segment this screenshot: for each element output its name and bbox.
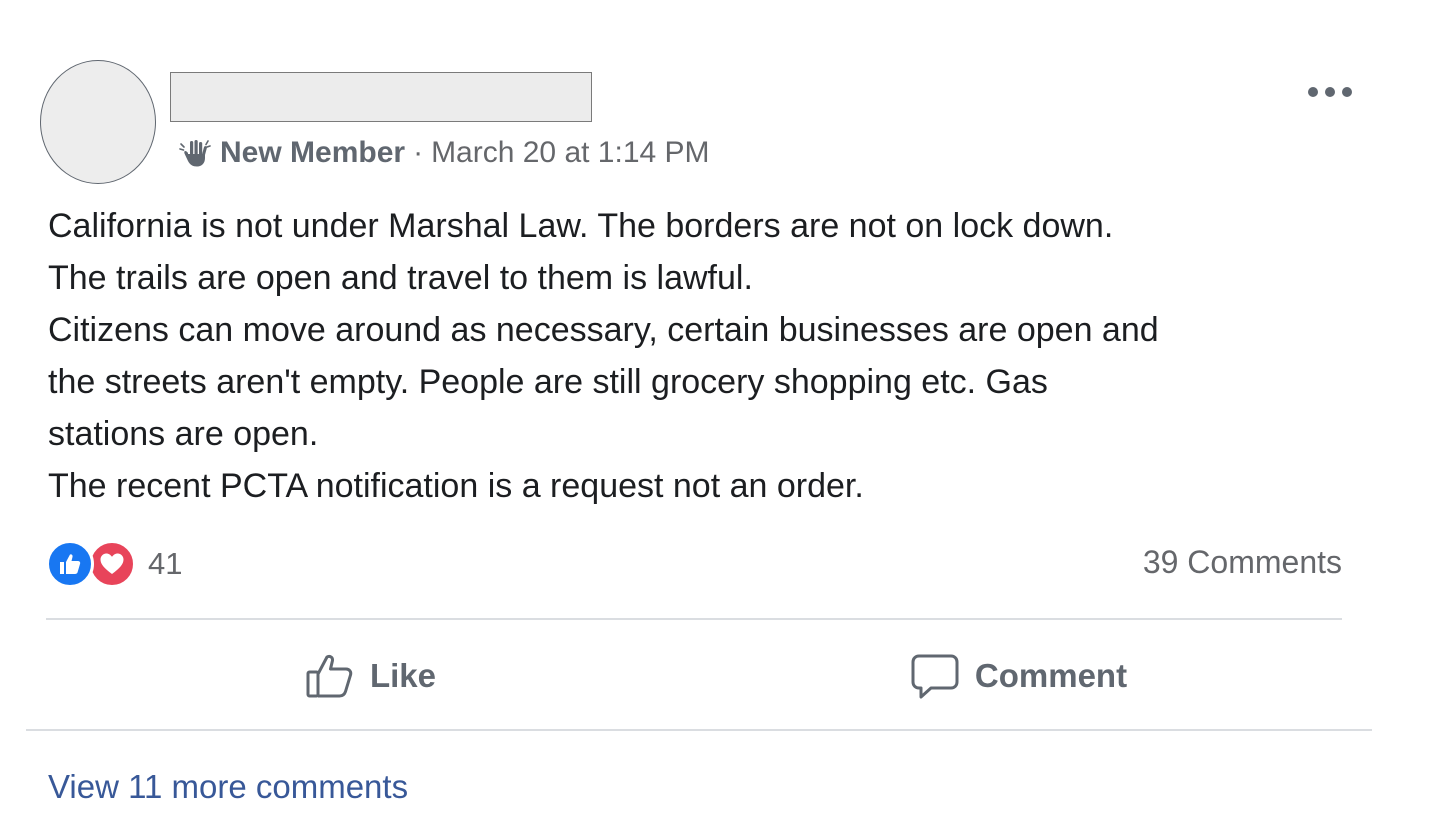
member-badge-label[interactable]: New Member bbox=[220, 136, 405, 170]
thumbs-up-icon bbox=[304, 650, 356, 702]
post-action-bar: Like Comment bbox=[46, 640, 1342, 712]
more-options-button[interactable] bbox=[1300, 74, 1360, 110]
comments-count-link[interactable]: 39 Comments bbox=[1143, 544, 1342, 581]
new-member-hand-icon bbox=[178, 136, 212, 170]
meta-separator: · bbox=[413, 136, 424, 169]
divider bbox=[46, 618, 1342, 620]
post-body-line: the streets aren't empty. People are sti… bbox=[48, 363, 1048, 401]
post-timestamp[interactable]: March 20 at 1:14 PM bbox=[431, 136, 709, 170]
post-body-line: Citizens can move around as necessary, c… bbox=[48, 311, 1159, 349]
post-body-line: The trails are open and travel to them i… bbox=[48, 259, 753, 297]
comment-button-label: Comment bbox=[974, 657, 1128, 694]
reaction-count[interactable]: 41 bbox=[148, 546, 182, 582]
view-more-comments-link[interactable]: View 11 more comments bbox=[48, 768, 408, 806]
author-name-redacted[interactable] bbox=[170, 72, 592, 122]
reactions-summary[interactable]: 41 bbox=[46, 538, 182, 590]
divider bbox=[26, 729, 1372, 731]
love-reaction-icon bbox=[88, 540, 136, 588]
like-button[interactable]: Like bbox=[46, 640, 694, 712]
author-avatar[interactable] bbox=[40, 60, 156, 184]
comment-bubble-icon bbox=[909, 650, 961, 702]
post-body-line: The recent PCTA notification is a reques… bbox=[48, 467, 864, 505]
like-reaction-icon bbox=[46, 540, 94, 588]
post-body: California is not under Marshal Law. The… bbox=[48, 200, 1368, 512]
post-body-line: California is not under Marshal Law. The… bbox=[48, 207, 1114, 245]
comment-button[interactable]: Comment bbox=[694, 640, 1342, 712]
post-body-line: stations are open. bbox=[48, 415, 319, 453]
like-button-label: Like bbox=[369, 657, 437, 694]
post-card: New Member · March 20 at 1:14 PM Califor… bbox=[0, 0, 1440, 836]
more-horizontal-icon bbox=[1308, 87, 1352, 97]
post-meta: New Member · March 20 at 1:14 PM bbox=[178, 134, 710, 172]
